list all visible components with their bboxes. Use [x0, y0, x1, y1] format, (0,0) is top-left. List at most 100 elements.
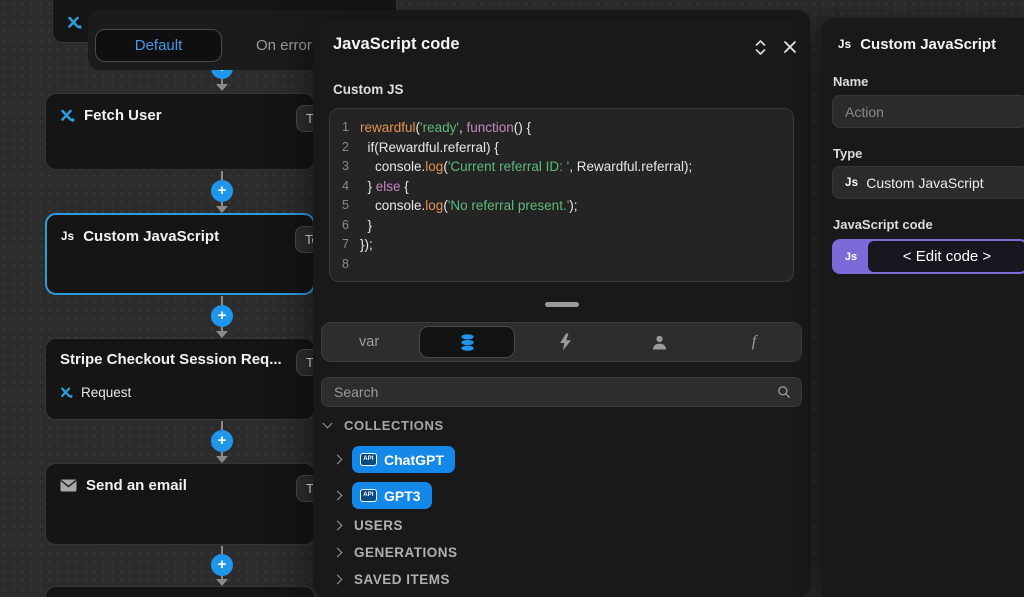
search-placeholder: Search — [334, 384, 379, 400]
connector-arrow-icon — [216, 456, 228, 463]
variables-tab[interactable]: var — [322, 323, 416, 361]
chevron-right-icon — [332, 547, 343, 558]
line-number: 6 — [342, 217, 349, 232]
type-select[interactable]: Js Custom JavaScript — [832, 166, 1024, 199]
tree-section-label: COLLECTIONS — [344, 418, 444, 433]
tab-default[interactable]: Default — [95, 29, 222, 62]
data-source-tabbar: var f — [321, 322, 802, 362]
close-icon[interactable] — [779, 36, 801, 58]
code-editor[interactable]: 1 rewardful('ready', function() { 2 if(Rew… — [329, 108, 794, 282]
add-step-button[interactable]: + — [211, 180, 233, 202]
node-title: Stripe Checkout Session Req... — [60, 351, 282, 368]
code-line: 7}); — [330, 235, 793, 255]
connector-line — [221, 421, 223, 430]
chevron-right-icon — [332, 574, 343, 585]
panel-header: Js Custom JavaScript — [838, 36, 996, 53]
workflow-node-fetch-user[interactable]: Fetch User Test — [45, 93, 338, 170]
connector-line — [221, 296, 223, 305]
code-line: 6 } — [330, 216, 793, 236]
code-line: 5 console.log('No referral present.'); — [330, 196, 793, 216]
search-input[interactable]: Search — [321, 377, 802, 407]
modal-title: JavaScript code — [333, 35, 460, 53]
search-icon — [777, 385, 791, 404]
code-text: console.log('Current referral ID: ', Rew… — [360, 159, 693, 174]
add-step-button[interactable]: + — [211, 554, 233, 576]
code-text: console.log('No referral present.'); — [360, 198, 578, 213]
code-text: } — [360, 217, 373, 233]
tree-section-label: SAVED ITEMS — [354, 572, 451, 587]
workflow-node-stripe-checkout[interactable]: Stripe Checkout Session Req... Request T… — [45, 338, 338, 420]
expand-collapse-icon[interactable] — [749, 36, 771, 58]
collection-pill-gpt3[interactable]: API GPT3 — [352, 482, 432, 509]
node-title: Send an email — [86, 477, 187, 494]
action-inspector-panel: Js Custom JavaScript Name Action Type Js… — [822, 18, 1024, 597]
code-text: if(Rewardful.referral) { — [360, 139, 499, 155]
line-number: 2 — [342, 139, 349, 154]
connector-arrow-icon — [216, 579, 228, 586]
drag-handle[interactable] — [544, 302, 579, 307]
connector-line — [221, 546, 223, 554]
line-number: 1 — [342, 120, 349, 134]
user-icon — [651, 334, 668, 351]
code-text: rewardful('ready', function() { — [360, 120, 532, 135]
edit-code-label: < Edit code > — [868, 241, 1024, 272]
edit-code-button[interactable]: Js < Edit code > — [832, 239, 1024, 274]
line-number: 8 — [342, 256, 349, 271]
js-icon: Js — [845, 176, 859, 189]
name-label: Name — [833, 74, 869, 89]
code-line: 3 console.log('Current referral ID: ', R… — [330, 157, 793, 177]
code-line: 4 } else { — [330, 177, 793, 197]
workflow-node-send-email[interactable]: Send an email Test — [45, 463, 338, 545]
javascript-code-label: JavaScript code — [833, 217, 933, 232]
node-title: Fetch User — [84, 107, 162, 124]
tree-section-label: GENERATIONS — [354, 545, 458, 560]
node-subtitle: Request — [81, 385, 132, 400]
user-tab[interactable] — [613, 323, 707, 361]
js-icon: Js — [838, 38, 852, 51]
tree-section-label: USERS — [354, 518, 404, 533]
line-number: 7 — [342, 237, 349, 251]
tree-section-generations[interactable]: GENERATIONS — [332, 545, 458, 560]
collection-label: GPT3 — [384, 487, 421, 504]
code-line: 1 rewardful('ready', function() { — [330, 118, 793, 138]
line-number: 3 — [342, 159, 349, 173]
lightning-icon — [558, 333, 573, 351]
collection-pill-chatgpt[interactable]: API ChatGPT — [352, 446, 455, 473]
xano-icon — [61, 387, 73, 398]
add-step-button[interactable]: + — [211, 305, 233, 327]
tree-section-users[interactable]: USERS — [332, 518, 404, 533]
tree-section-saved-items[interactable]: SAVED ITEMS — [332, 572, 451, 587]
workflow-node-partial-bottom[interactable] — [45, 586, 315, 597]
tree-collection-row: API ChatGPT — [332, 446, 455, 473]
node-title: Custom JavaScript — [83, 228, 220, 245]
code-line: 8 — [330, 255, 793, 275]
js-icon: Js — [844, 250, 858, 263]
formulas-tab[interactable]: f — [707, 323, 801, 361]
name-input[interactable]: Action — [832, 95, 1024, 128]
tree-collection-row: API GPT3 — [332, 482, 432, 509]
add-step-button[interactable]: + — [211, 430, 233, 452]
workflows-tab[interactable] — [518, 323, 612, 361]
type-value: Custom JavaScript — [866, 174, 984, 191]
javascript-code-modal: JavaScript code Custom JS 1 rewardful('re… — [313, 20, 810, 597]
collections-tab[interactable] — [419, 326, 516, 358]
custom-js-label: Custom JS — [333, 82, 404, 97]
line-number: 4 — [342, 178, 349, 193]
chevron-right-icon[interactable] — [332, 454, 343, 465]
xano-icon — [68, 16, 82, 29]
connector-line — [221, 171, 223, 180]
chevron-right-icon[interactable] — [332, 490, 343, 501]
variables-tab-label: var — [359, 334, 380, 350]
tree-section-collections[interactable]: COLLECTIONS — [322, 418, 444, 433]
line-number: 5 — [342, 198, 349, 212]
workflow-node-custom-javascript[interactable]: Js Custom JavaScript Test — [45, 213, 337, 295]
type-label: Type — [833, 146, 863, 161]
formulas-tab-label: f — [751, 333, 757, 350]
name-placeholder: Action — [845, 103, 884, 120]
code-line: 2 if(Rewardful.referral) { — [330, 138, 793, 158]
js-icon: Js — [61, 230, 75, 243]
workflow-editor-screen: Request Default On error + Fetch User Te… — [0, 0, 1024, 597]
collection-label: ChatGPT — [384, 451, 444, 468]
connector-arrow-icon — [216, 84, 228, 91]
connector-arrow-icon — [216, 331, 228, 338]
